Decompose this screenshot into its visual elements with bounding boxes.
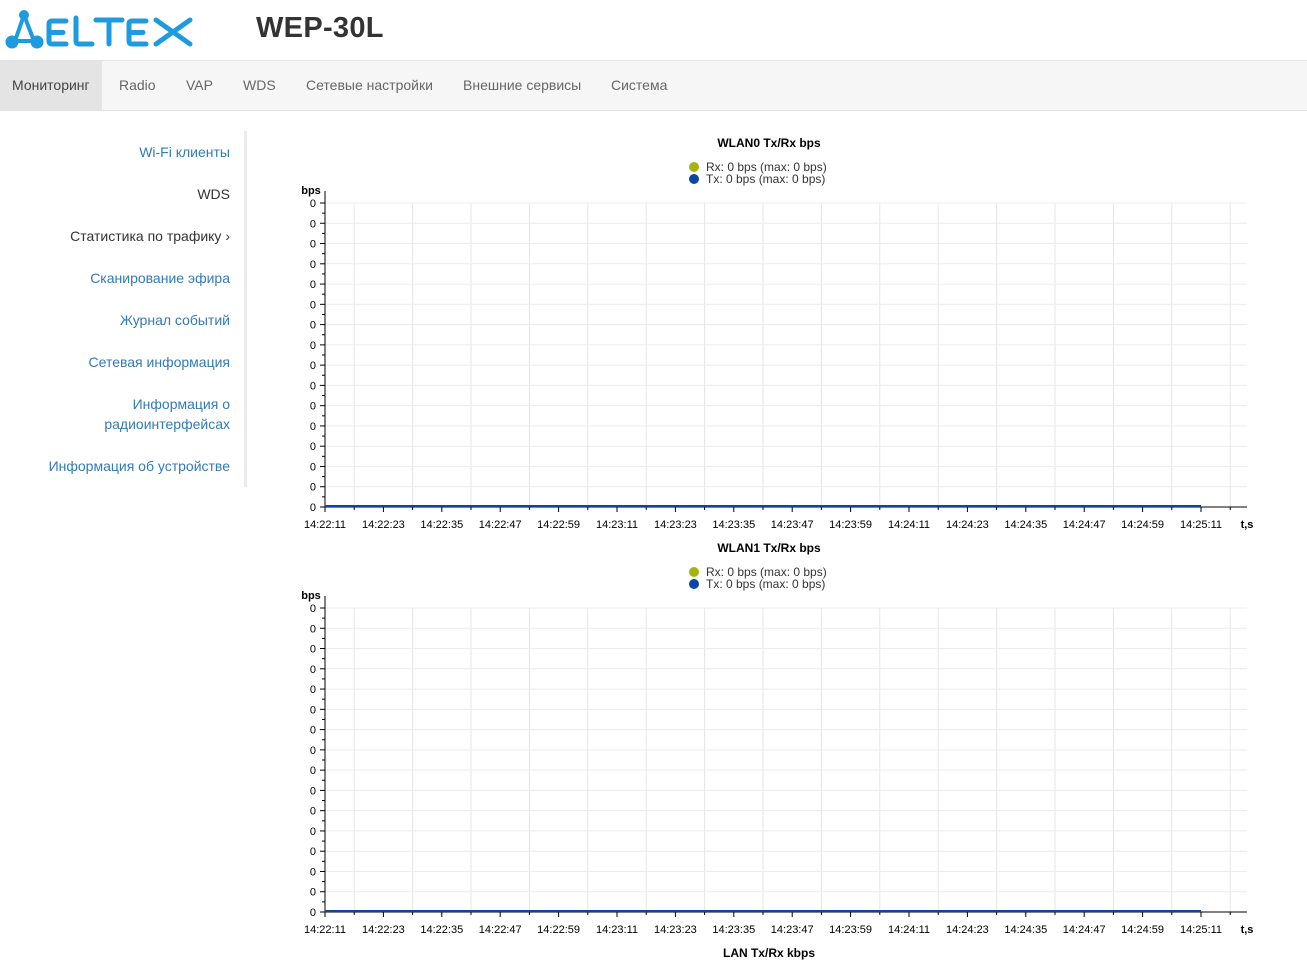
chart-title-wlan1: WLAN1 Tx/Rx bps bbox=[717, 541, 821, 555]
x-tick-label: 14:25:11 bbox=[1180, 924, 1222, 936]
x-tick-label: 14:22:59 bbox=[537, 519, 580, 531]
y-tick-label: 0 bbox=[310, 765, 316, 777]
y-tick-label: 0 bbox=[310, 725, 316, 737]
main-navbar: Мониторинг Radio VAP WDS Сетевые настрой… bbox=[0, 60, 1307, 111]
device-model-title: WEP-30L bbox=[256, 12, 384, 44]
y-tick-label: 0 bbox=[310, 198, 316, 210]
logo-graphic bbox=[5, 10, 193, 49]
x-tick-label: 14:24:59 bbox=[1121, 519, 1164, 531]
rx-dot-icon bbox=[689, 162, 699, 172]
y-tick-label: 0 bbox=[310, 664, 316, 676]
x-tick-label: 14:22:35 bbox=[420, 519, 463, 531]
y-tick-label: 0 bbox=[310, 866, 316, 878]
nav-tab-system[interactable]: Система bbox=[599, 61, 679, 110]
sidebar-divider bbox=[244, 131, 247, 487]
y-tick-label: 0 bbox=[310, 401, 316, 413]
y-tick-label: 0 bbox=[310, 806, 316, 818]
eltex-logo[interactable] bbox=[4, 8, 196, 52]
sidebar-item-air-scan[interactable]: Сканирование эфира bbox=[10, 268, 230, 288]
y-tick-label: 0 bbox=[310, 461, 316, 473]
sidebar-item-wds[interactable]: WDS bbox=[10, 184, 230, 204]
y-tick-label: 0 bbox=[310, 502, 316, 514]
sidebar-item-radio-interfaces-info[interactable]: Информация о радиоинтерфейсах bbox=[90, 394, 230, 434]
sidebar-item-network-info[interactable]: Сетевая информация bbox=[10, 352, 230, 372]
y-tick-label: 0 bbox=[310, 340, 316, 352]
y-tick-label: 0 bbox=[310, 785, 316, 797]
x-tick-label: 14:23:23 bbox=[654, 519, 697, 531]
y-tick-label: 0 bbox=[310, 684, 316, 696]
rx-dot-icon bbox=[689, 567, 699, 577]
y-tick-label: 0 bbox=[310, 259, 316, 271]
y-tick-label: 0 bbox=[310, 239, 316, 251]
y-axis-label: bps bbox=[301, 590, 321, 602]
chart-title-lan: LAN Tx/Rx kbps bbox=[722, 946, 815, 960]
x-tick-label: 14:22:23 bbox=[362, 924, 405, 936]
x-tick-label: 14:23:23 bbox=[654, 924, 697, 936]
monitoring-sidebar: Wi-Fi клиенты WDS Статистика по трафику … bbox=[0, 130, 246, 487]
y-tick-label: 0 bbox=[310, 846, 316, 858]
y-tick-label: 0 bbox=[310, 279, 316, 291]
x-tick-label: 14:23:11 bbox=[596, 924, 638, 936]
nav-tab-radio[interactable]: Radio bbox=[107, 61, 168, 110]
y-tick-label: 0 bbox=[310, 482, 316, 494]
x-tick-label: 14:24:11 bbox=[888, 519, 930, 531]
nav-tab-network-settings[interactable]: Сетевые настройки bbox=[294, 61, 445, 110]
x-tick-label: 14:22:47 bbox=[479, 924, 522, 936]
x-tick-label: 14:23:11 bbox=[596, 519, 638, 531]
y-tick-label: 0 bbox=[310, 623, 316, 635]
x-tick-label: 14:24:59 bbox=[1121, 924, 1164, 936]
nav-tab-external-services[interactable]: Внешние сервисы bbox=[451, 61, 593, 110]
y-tick-label: 0 bbox=[310, 380, 316, 392]
chart-wlan0: 0000000000000000bps14:22:11 14:22:23 14:22… bbox=[301, 185, 1254, 531]
y-tick-label: 0 bbox=[310, 907, 316, 919]
sidebar-item-traffic-stats[interactable]: Статистика по трафику › bbox=[10, 226, 230, 246]
x-tick-label: 14:23:59 bbox=[829, 924, 872, 936]
x-tick-label: 14:25:11 bbox=[1180, 519, 1222, 531]
x-tick-label: 14:24:47 bbox=[1063, 924, 1106, 936]
x-tick-label: 14:24:23 bbox=[946, 924, 989, 936]
nav-tab-vap[interactable]: VAP bbox=[174, 61, 225, 110]
y-tick-label: 0 bbox=[310, 299, 316, 311]
x-tick-label: 14:23:47 bbox=[771, 519, 814, 531]
x-tick-label: 14:23:35 bbox=[712, 924, 755, 936]
x-tick-label: 14:22:11 bbox=[304, 924, 346, 936]
sidebar-item-event-log[interactable]: Журнал событий bbox=[10, 310, 230, 330]
chart-title-wlan0: WLAN0 Tx/Rx bps bbox=[717, 136, 821, 150]
y-tick-label: 0 bbox=[310, 887, 316, 899]
y-tick-label: 0 bbox=[310, 360, 316, 372]
x-tick-label: 14:24:47 bbox=[1063, 519, 1106, 531]
y-tick-label: 0 bbox=[310, 320, 316, 332]
x-tick-label: 14:22:11 bbox=[304, 519, 346, 531]
y-tick-label: 0 bbox=[310, 603, 316, 615]
x-tick-label: 14:24:11 bbox=[888, 924, 930, 936]
y-tick-label: 0 bbox=[310, 441, 316, 453]
y-tick-label: 0 bbox=[310, 218, 316, 230]
y-axis-label: bps bbox=[301, 185, 321, 197]
x-tick-label: 14:23:59 bbox=[829, 519, 872, 531]
nav-tab-wds[interactable]: WDS bbox=[231, 61, 288, 110]
y-tick-label: 0 bbox=[310, 826, 316, 838]
x-tick-label: 14:23:47 bbox=[771, 924, 814, 936]
y-tick-label: 0 bbox=[310, 644, 316, 656]
x-tick-label: 14:22:47 bbox=[479, 519, 522, 531]
nav-tab-monitoring[interactable]: Мониторинг bbox=[0, 61, 102, 110]
x-axis-label: t,s bbox=[1241, 519, 1254, 531]
sidebar-item-device-info[interactable]: Информация об устройстве bbox=[10, 456, 230, 476]
x-tick-label: 14:22:59 bbox=[537, 924, 580, 936]
y-tick-label: 0 bbox=[310, 745, 316, 757]
sidebar-item-wifi-clients[interactable]: Wi-Fi клиенты bbox=[10, 142, 230, 162]
x-tick-label: 14:22:23 bbox=[362, 519, 405, 531]
x-tick-label: 14:24:23 bbox=[946, 519, 989, 531]
x-tick-label: 14:22:35 bbox=[420, 924, 463, 936]
x-tick-label: 14:24:35 bbox=[1004, 924, 1047, 936]
x-tick-label: 14:24:35 bbox=[1004, 519, 1047, 531]
y-tick-label: 0 bbox=[310, 421, 316, 433]
header: WEP-30L bbox=[0, 0, 1307, 60]
chart-wlan1: 0000000000000000bps14:22:11 14:22:23 14:22… bbox=[301, 590, 1254, 936]
x-axis-label: t,s bbox=[1241, 924, 1254, 936]
y-tick-label: 0 bbox=[310, 704, 316, 716]
x-tick-label: 14:23:35 bbox=[712, 519, 755, 531]
